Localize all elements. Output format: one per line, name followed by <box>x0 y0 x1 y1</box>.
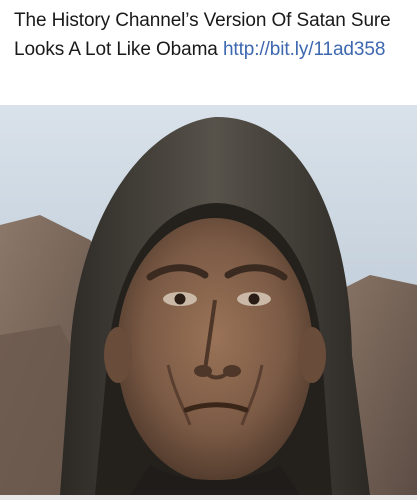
hooded-figure-photo <box>0 105 417 495</box>
post-text: The History Channel’s Version Of Satan S… <box>14 6 409 64</box>
post-image[interactable] <box>0 105 417 495</box>
post-card: The History Channel’s Version Of Satan S… <box>0 0 417 500</box>
post-link[interactable]: http://bit.ly/11ad358 <box>223 39 385 60</box>
bottom-divider <box>0 495 417 500</box>
